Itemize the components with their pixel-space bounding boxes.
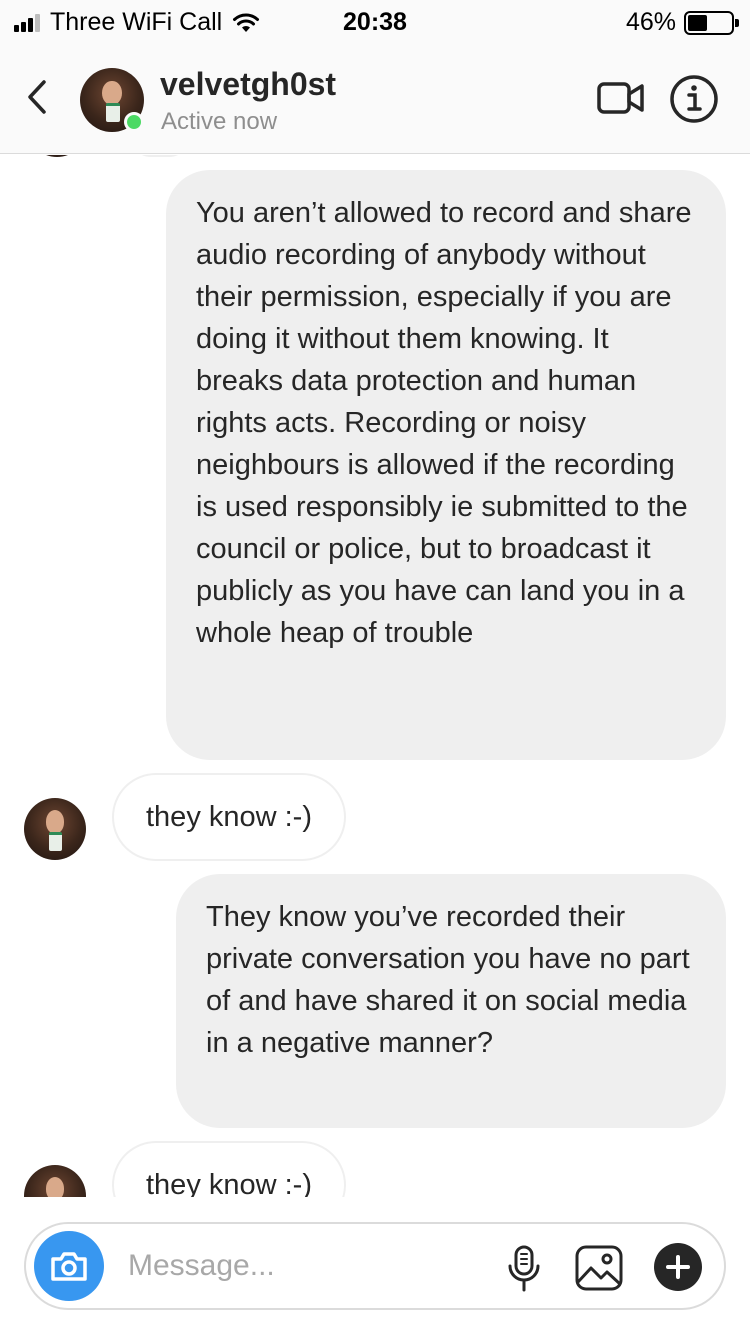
outgoing-message[interactable]: They know you’ve recorded their private … xyxy=(176,874,726,1128)
incoming-message[interactable]: they know :-) xyxy=(112,1141,346,1197)
battery-fill xyxy=(688,14,708,31)
voice-message-button[interactable] xyxy=(504,1244,544,1294)
video-call-button[interactable] xyxy=(596,76,646,120)
gallery-icon xyxy=(575,1245,623,1291)
message-thread[interactable]: You aren’t allowed to record and share a… xyxy=(0,155,750,1197)
gallery-button[interactable] xyxy=(574,1244,624,1292)
online-indicator xyxy=(124,112,144,132)
active-status: Active now xyxy=(161,108,278,135)
incoming-message[interactable]: they know :-) xyxy=(112,773,346,861)
camera-icon xyxy=(51,1252,87,1281)
message-input[interactable] xyxy=(128,1246,488,1286)
camera-button[interactable] xyxy=(34,1231,104,1301)
status-bar: Three WiFi Call 20:38 46% xyxy=(0,0,750,42)
avatar[interactable] xyxy=(24,798,86,860)
status-right: 46% xyxy=(625,8,739,37)
message-composer xyxy=(24,1222,726,1310)
info-icon xyxy=(670,75,718,123)
avatar[interactable] xyxy=(26,155,88,157)
back-button[interactable] xyxy=(18,72,58,122)
avatar[interactable] xyxy=(24,1165,86,1197)
battery-icon xyxy=(684,10,739,35)
microphone-icon xyxy=(508,1245,540,1292)
plus-icon xyxy=(666,1255,690,1279)
video-call-icon xyxy=(597,82,644,114)
battery-percent: 46% xyxy=(625,8,676,36)
chat-username[interactable]: velvetgh0st xyxy=(160,66,336,103)
info-button[interactable] xyxy=(669,74,719,124)
back-chevron-icon xyxy=(28,80,46,114)
add-content-button[interactable] xyxy=(654,1243,702,1291)
outgoing-message[interactable]: You aren’t allowed to record and share a… xyxy=(166,170,726,760)
chat-header: velvetgh0st Active now xyxy=(0,42,750,154)
previous-message-bubble[interactable] xyxy=(130,155,190,157)
